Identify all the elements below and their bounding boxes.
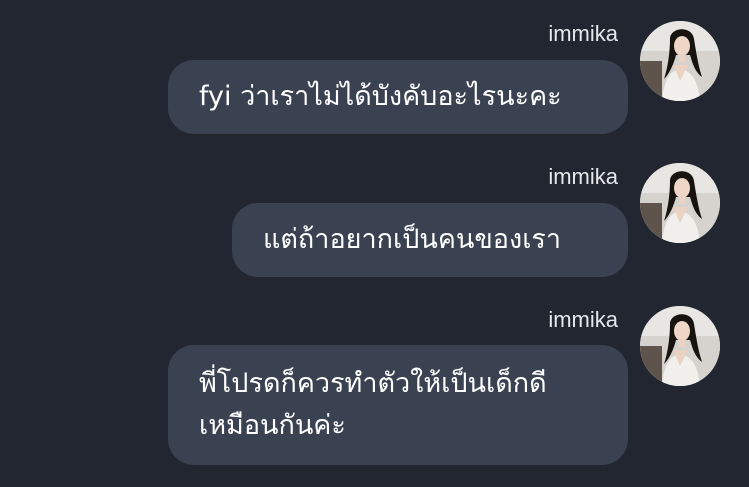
message-bubble[interactable]: พี่โปรดก็ควรทำตัวให้เป็นเด็กดี เหมือนกัน…: [168, 345, 628, 465]
avatar[interactable]: [640, 163, 720, 243]
chat-thread: immika fyi ว่าเราไม่ได้บังคับอะไรนะคะ im…: [0, 0, 749, 487]
message-bubble[interactable]: แต่ถ้าอยากเป็นคนของเรา: [232, 203, 628, 277]
sender-name[interactable]: immika: [548, 307, 618, 333]
message-bubble[interactable]: fyi ว่าเราไม่ได้บังคับอะไรนะคะ: [168, 60, 628, 134]
sender-name[interactable]: immika: [548, 164, 618, 190]
avatar-image: [640, 306, 720, 386]
sender-name[interactable]: immika: [548, 21, 618, 47]
avatar[interactable]: [640, 21, 720, 101]
avatar-image: [640, 21, 720, 101]
avatar[interactable]: [640, 306, 720, 386]
avatar-image: [640, 163, 720, 243]
